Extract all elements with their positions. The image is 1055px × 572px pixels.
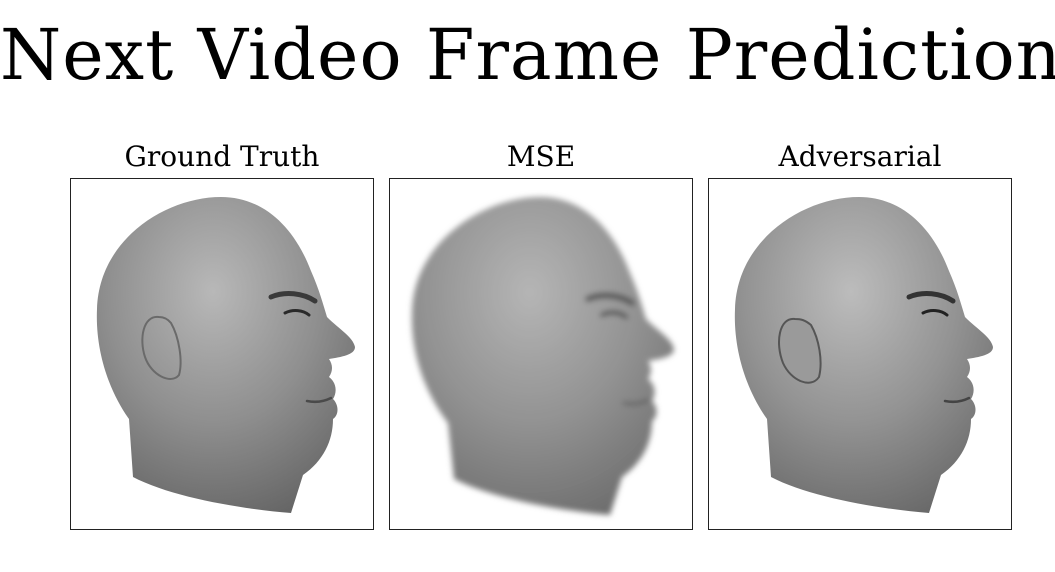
head-profile-image <box>734 197 993 513</box>
head-profile-image <box>411 197 674 515</box>
panel-label: Ground Truth <box>124 140 320 173</box>
image-frame <box>708 178 1012 530</box>
image-frame <box>389 178 693 530</box>
panel-adversarial: Adversarial <box>708 140 1012 530</box>
image-frame <box>70 178 374 530</box>
panel-label: Adversarial <box>778 140 942 173</box>
panel-ground-truth: Ground Truth <box>70 140 374 530</box>
head-silhouette <box>96 197 356 513</box>
panel-label: MSE <box>506 140 576 173</box>
slide-title: Next Video Frame Prediction <box>0 14 1055 96</box>
panel-mse: MSE <box>389 140 693 530</box>
head-silhouette <box>411 197 674 515</box>
head-silhouette <box>734 197 993 513</box>
head-profile-image <box>96 197 356 513</box>
